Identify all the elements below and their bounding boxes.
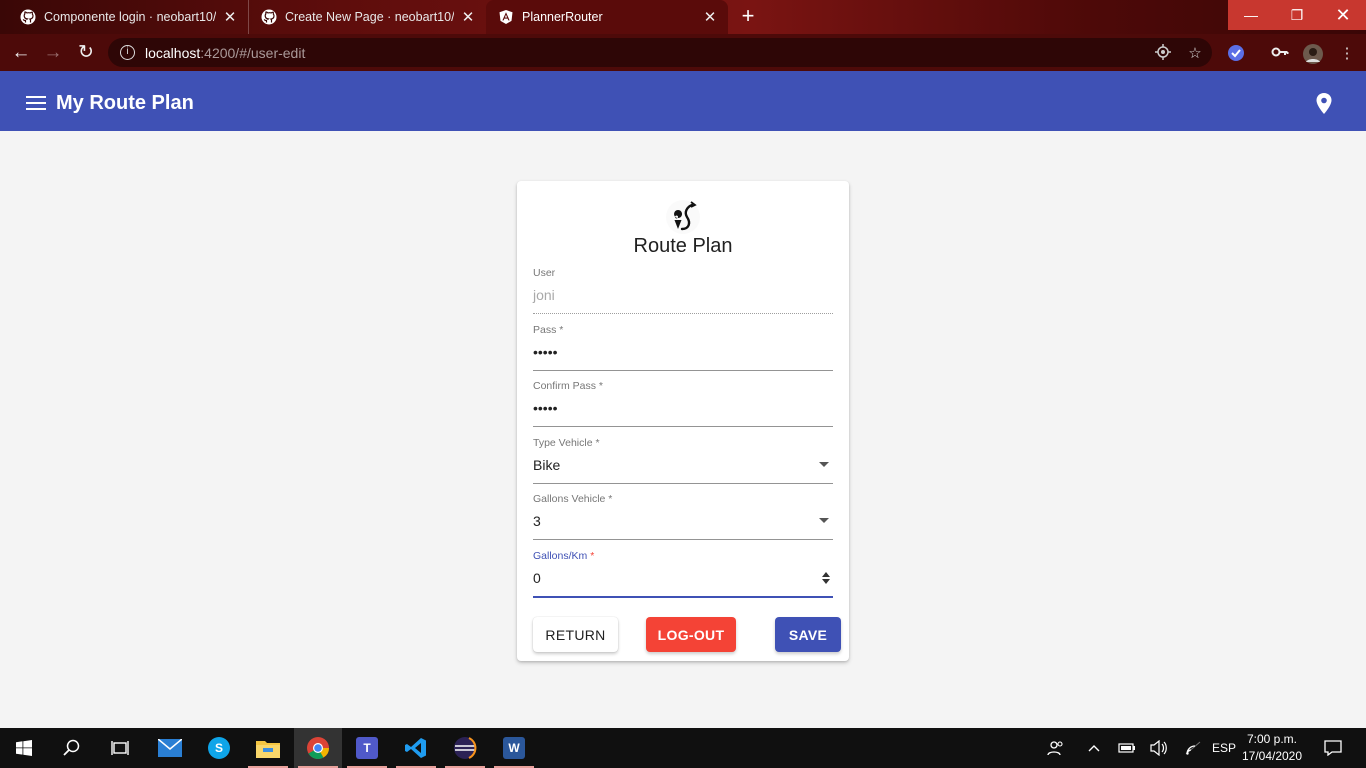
hamburger-menu-icon[interactable] <box>26 96 46 110</box>
gallons-vehicle-select[interactable]: Gallons Vehicle * 3 <box>533 493 833 540</box>
minimize-button[interactable]: — <box>1228 0 1274 30</box>
site-info-icon[interactable]: i <box>120 45 135 60</box>
close-icon[interactable]: ✕ <box>702 8 718 26</box>
field-underline-active <box>533 596 833 598</box>
number-spinner-icon[interactable] <box>821 571 831 585</box>
chevron-up-icon[interactable] <box>1084 728 1104 768</box>
password-key-icon[interactable] <box>1269 44 1291 62</box>
gallons-km-input[interactable]: 0 <box>533 570 541 586</box>
language-indicator[interactable]: ESP <box>1210 728 1238 768</box>
search-icon[interactable] <box>48 728 96 768</box>
user-input: joni <box>533 287 555 303</box>
new-tab-button[interactable]: + <box>736 5 760 29</box>
field-label: Confirm Pass * <box>533 380 604 392</box>
url-host: localhost <box>145 44 201 61</box>
reload-icon[interactable]: ↻ <box>73 40 99 66</box>
mail-icon[interactable] <box>146 728 194 768</box>
eclipse-icon[interactable] <box>441 728 489 768</box>
field-underline <box>533 539 833 540</box>
logout-button[interactable]: LOG-OUT <box>646 617 736 652</box>
gallons-km-field[interactable]: Gallons/Km * 0 <box>533 550 833 598</box>
browser-menu-icon[interactable]: ⋮ <box>1336 44 1358 62</box>
location-target-icon[interactable] <box>1152 44 1174 62</box>
user-edit-card: Route Plan User joni Pass * ••••• Confir… <box>517 181 849 661</box>
field-label-text: Gallons/Km <box>533 550 588 562</box>
tab-title: Componente login · neobart10/p <box>44 10 216 24</box>
required-mark: * <box>590 550 595 562</box>
type-vehicle-value: Bike <box>533 457 561 473</box>
battery-icon[interactable] <box>1116 728 1138 768</box>
extension-check-icon[interactable] <box>1225 44 1247 62</box>
clock-date: 17/04/2020 <box>1241 749 1303 763</box>
route-logo-icon <box>666 200 700 234</box>
user-field: User joni <box>533 267 833 314</box>
field-underline <box>533 313 833 314</box>
field-label: User <box>533 267 556 279</box>
field-underline <box>533 426 833 427</box>
dropdown-arrow-icon[interactable] <box>819 518 829 523</box>
browser-tab[interactable]: Create New Page · neobart10/pla ✕ <box>248 0 486 34</box>
restore-button[interactable]: ❐ <box>1274 0 1320 30</box>
card-title: Route Plan <box>633 235 733 257</box>
gallons-vehicle-value: 3 <box>533 513 541 529</box>
vscode-icon[interactable] <box>392 728 440 768</box>
field-label: Pass * <box>533 324 564 336</box>
field-underline <box>533 483 833 484</box>
profile-avatar[interactable] <box>1302 44 1324 64</box>
pass-input[interactable]: ••••• <box>533 344 833 362</box>
close-icon[interactable]: ✕ <box>460 8 476 26</box>
dropdown-arrow-icon[interactable] <box>819 462 829 467</box>
browser-tab[interactable]: Componente login · neobart10/p ✕ <box>8 0 248 34</box>
browser-tab-active[interactable]: PlannerRouter ✕ <box>486 0 728 34</box>
wifi-icon[interactable] <box>1182 728 1204 768</box>
angular-icon <box>499 10 513 24</box>
field-label: Gallons Vehicle * <box>533 493 613 505</box>
app-toolbar: My Route Plan <box>0 71 1366 131</box>
github-icon <box>20 9 36 25</box>
task-view-icon[interactable] <box>96 728 144 768</box>
tab-title: PlannerRouter <box>522 10 603 24</box>
confirm-pass-input[interactable]: ••••• <box>533 400 833 418</box>
field-label: Type Vehicle * <box>533 437 600 449</box>
url-path: :4200/#/user-edit <box>200 44 306 61</box>
map-pin-icon[interactable] <box>1314 92 1334 116</box>
chrome-icon[interactable] <box>294 728 342 768</box>
bookmark-star-icon[interactable]: ☆ <box>1184 44 1206 62</box>
address-bar[interactable]: i localhost:4200/#/user-edit <box>108 38 1212 67</box>
field-label: Gallons/Km * <box>533 550 833 564</box>
skype-icon[interactable]: S <box>195 728 243 768</box>
select-value-wrap[interactable]: Bike <box>533 457 833 475</box>
back-arrow-icon[interactable]: ← <box>8 40 34 66</box>
clock-time: 7:00 p.m. <box>1246 732 1298 746</box>
system-clock[interactable]: 7:00 p.m. 17/04/2020 <box>1240 731 1304 765</box>
teams-icon[interactable]: T <box>343 728 391 768</box>
forward-arrow-icon[interactable]: → <box>40 40 66 66</box>
confirm-pass-field[interactable]: Confirm Pass * ••••• <box>533 380 833 427</box>
type-vehicle-select[interactable]: Type Vehicle * Bike <box>533 437 833 484</box>
word-icon[interactable]: W <box>490 728 538 768</box>
notification-icon[interactable] <box>1320 728 1346 768</box>
tab-title: Create New Page · neobart10/pla <box>285 10 454 24</box>
browser-tabstrip: Componente login · neobart10/p ✕ Create … <box>0 0 1366 34</box>
people-icon[interactable] <box>1044 728 1068 768</box>
return-button[interactable]: RETURN <box>533 617 618 652</box>
number-value-wrap[interactable]: 0 <box>533 570 833 588</box>
app-title: My Route Plan <box>56 92 194 114</box>
windows-start-icon[interactable] <box>0 728 48 768</box>
select-value-wrap[interactable]: 3 <box>533 513 833 531</box>
file-explorer-icon[interactable] <box>244 728 292 768</box>
windows-taskbar: S T W ESP 7:00 p.m. 17/04/2020 <box>0 728 1366 768</box>
save-button[interactable]: SAVE <box>775 617 841 652</box>
close-window-button[interactable]: ✕ <box>1320 0 1366 30</box>
github-icon <box>261 9 277 25</box>
volume-icon[interactable] <box>1148 728 1170 768</box>
close-icon[interactable]: ✕ <box>222 8 238 26</box>
field-underline <box>533 370 833 371</box>
pass-field[interactable]: Pass * ••••• <box>533 324 833 371</box>
